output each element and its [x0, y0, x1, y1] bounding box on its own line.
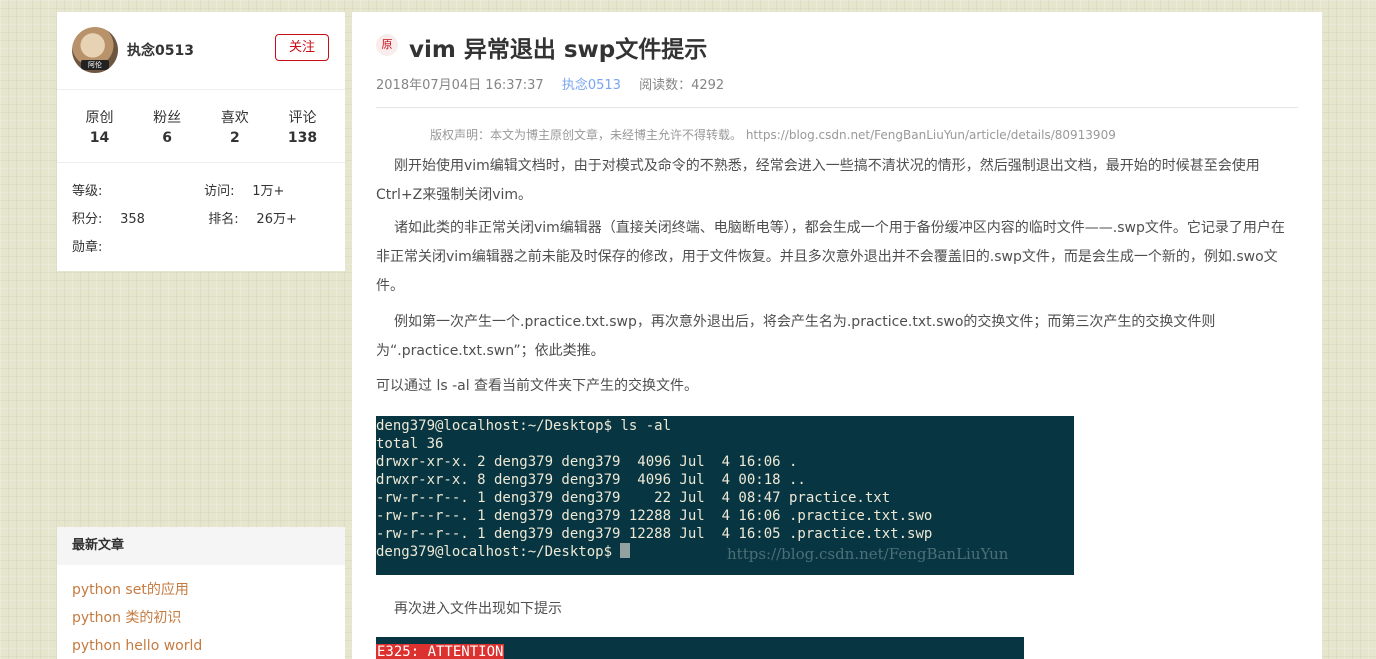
rank-value: 26万+: [256, 212, 297, 227]
grade-label: 等级:: [72, 184, 103, 199]
terminal-screenshot-2: E325: ATTENTION: [376, 637, 1024, 659]
article-meta: 2018年07月04日 16:37:37 执念0513 阅读数：4292: [376, 74, 724, 93]
paragraph-2: 诸如此类的非正常关闭vim编辑器（直接关闭终端、电脑断电等），都会生成一个用于备…: [376, 220, 1285, 294]
visits-value: 1万+: [252, 184, 285, 199]
stat-value: 6: [162, 130, 173, 146]
stat-label: 评论: [288, 110, 317, 126]
article: 原 vim 异常退出 swp文件提示 2018年07月04日 16:37:37 …: [352, 12, 1322, 659]
stat-comments[interactable]: 评论 138: [269, 107, 336, 162]
article-title: vim 异常退出 swp文件提示: [409, 37, 708, 63]
points-value: 358: [120, 212, 145, 227]
error-line: E325: ATTENTION: [376, 644, 505, 659]
recent-articles-card: 最新文章 python set的应用 python 类的初识 python he…: [57, 527, 345, 659]
recent-articles-list: python set的应用 python 类的初识 python hello w…: [57, 565, 345, 659]
recent-article-link[interactable]: python 类的初识: [72, 610, 181, 626]
original-badge: 原: [376, 34, 398, 56]
terminal-line: deng379@localhost:~/Desktop$ ls -al: [376, 418, 672, 434]
avatar-badge: 阿伦: [81, 60, 109, 70]
profile-stats: 原创 14 粉丝 6 喜欢 2 评论 138: [57, 90, 345, 163]
list-item: python 类的初识: [72, 607, 330, 635]
grade-row-3: 勋章:: [72, 236, 102, 255]
terminal-line: drwxr-xr-x. 2 deng379 deng379 4096 Jul 4…: [376, 454, 798, 470]
grade-row-2: 积分: 358 排名: 26万+: [72, 208, 297, 227]
list-item: python hello world: [72, 635, 330, 659]
profile-header: 阿伦 执念0513 关注: [57, 12, 345, 90]
divider: [376, 107, 1298, 108]
terminal-line: total 36: [376, 436, 444, 452]
cursor-icon: [620, 543, 631, 558]
points-label: 积分:: [72, 212, 103, 227]
stat-fans[interactable]: 粉丝 6: [134, 107, 201, 162]
stat-value: 14: [89, 130, 110, 146]
stat-label: 原创: [85, 110, 114, 126]
stat-value: 138: [287, 130, 318, 146]
watermark: https://blog.csdn.net/FengBanLiuYun: [727, 545, 1009, 563]
grade-row-1: 等级: 访问: 1万+: [72, 180, 284, 199]
stat-value: 2: [229, 130, 240, 146]
paragraph-4: 可以通过 ls -al 查看当前文件夹下产生的交换文件。: [376, 378, 699, 394]
stat-label: 喜欢: [220, 110, 249, 126]
stat-likes[interactable]: 喜欢 2: [201, 107, 268, 162]
terminal-line: -rw-r--r--. 1 deng379 deng379 22 Jul 4 0…: [376, 490, 891, 506]
recent-articles-title: 最新文章: [57, 527, 345, 565]
terminal-line: -rw-r--r--. 1 deng379 deng379 12288 Jul …: [376, 508, 933, 524]
rank-label: 排名:: [208, 212, 239, 227]
medal-label: 勋章:: [72, 240, 103, 255]
terminal-line: deng379@localhost:~/Desktop$: [376, 544, 621, 560]
paragraph-3: 例如第一次产生一个.practice.txt.swp，再次意外退出后，将会产生名…: [376, 314, 1216, 359]
username[interactable]: 执念0513: [127, 40, 194, 60]
follow-button[interactable]: 关注: [275, 34, 329, 61]
paragraph-5: 再次进入文件出现如下提示: [394, 601, 562, 617]
publish-date: 2018年07月04日 16:37:37: [376, 78, 544, 93]
recent-article-link[interactable]: python hello world: [72, 638, 202, 654]
avatar[interactable]: 阿伦: [72, 27, 118, 73]
terminal-line: -rw-r--r--. 1 deng379 deng379 12288 Jul …: [376, 526, 933, 542]
profile-card: 阿伦 执念0513 关注 原创 14 粉丝 6 喜欢 2 评论 138 等级: …: [57, 12, 345, 271]
author-link[interactable]: 执念0513: [562, 78, 621, 93]
terminal-line: drwxr-xr-x. 8 deng379 deng379 4096 Jul 4…: [376, 472, 806, 488]
recent-article-link[interactable]: python set的应用: [72, 582, 189, 598]
terminal-screenshot: deng379@localhost:~/Desktop$ ls -al total…: [376, 416, 1074, 575]
stat-original[interactable]: 原创 14: [66, 107, 133, 162]
read-count: 阅读数：4292: [639, 78, 725, 93]
visits-label: 访问:: [204, 184, 235, 199]
list-item: python set的应用: [72, 579, 330, 607]
paragraph-1: 刚开始使用vim编辑文档时，由于对模式及命令的不熟悉，经常会进入一些搞不清状况的…: [376, 158, 1260, 203]
copyright-notice[interactable]: 版权声明：本文为博主原创文章，未经博主允许不得转载。 https://blog.…: [430, 126, 1116, 143]
stat-label: 粉丝: [153, 110, 182, 126]
